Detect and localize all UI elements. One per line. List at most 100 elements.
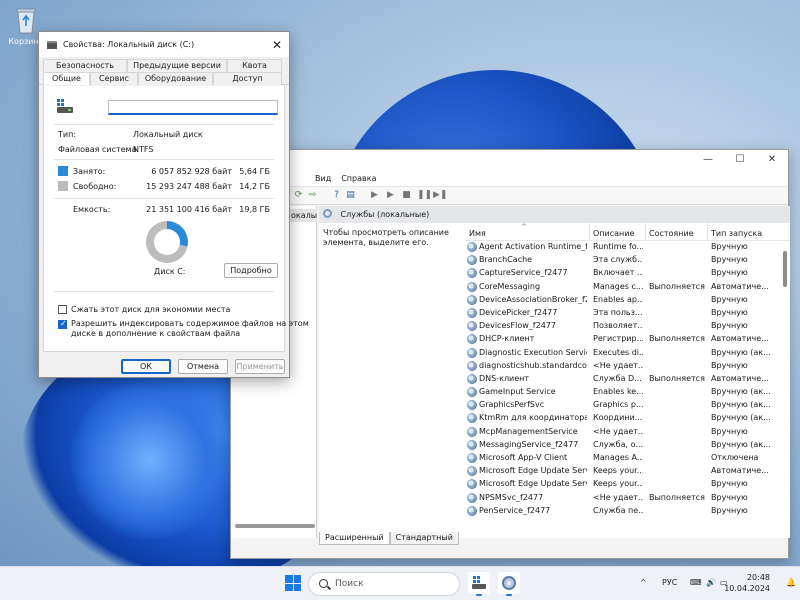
help-icon[interactable]: ?: [331, 190, 342, 201]
properties-icon[interactable]: ▤: [345, 190, 356, 201]
table-row[interactable]: GraphicsPerfSvc Graphics p... Вручную (ак.…: [465, 399, 790, 412]
services-titlebar[interactable]: — ☐ ✕: [231, 150, 788, 171]
export-icon[interactable]: ⇨: [307, 190, 318, 201]
search-icon: [319, 579, 328, 588]
stop-service-icon[interactable]: ■: [401, 190, 412, 201]
gear-icon: [502, 576, 516, 590]
apply-button[interactable]: Применить: [235, 359, 285, 374]
table-row[interactable]: CoreMessaging Manages c... Выполняется Авто…: [465, 281, 790, 294]
table-row[interactable]: Microsoft Edge Update Serv... Keeps your.…: [465, 478, 790, 491]
index-checkbox[interactable]: [58, 319, 67, 329]
restart-service-icon[interactable]: ▶❚: [433, 190, 447, 201]
table-row[interactable]: Microsoft App-V Client Manages A... Отключ…: [465, 452, 790, 465]
service-description: Чтобы просмотреть описание элемента, выд…: [323, 228, 449, 247]
services-window[interactable]: — ☐ ✕ Вид Справка ⟳ ⇨ ? ▤ ▶ ▶ ■ ❚❚ ▶❚ ок…: [230, 149, 790, 559]
service-name: McpManagementService: [479, 426, 578, 436]
table-row[interactable]: Agent Activation Runtime_f... Runtime fo.…: [465, 241, 790, 254]
language-indicator[interactable]: РУС: [662, 578, 677, 587]
table-row[interactable]: DeviceAssociationBroker_f2... Enables ap.…: [465, 294, 790, 307]
dialog-titlebar[interactable]: Свойства: Локальный диск (C:) ✕: [39, 32, 289, 57]
table-row[interactable]: GameInput Service Enables ke... Вручную (а…: [465, 386, 790, 399]
general-tab-panel: Тип: Локальный диск Файловая система: NT…: [43, 86, 309, 352]
service-description-cell: <Не удает...: [593, 492, 643, 502]
chevron-up-icon[interactable]: ^: [640, 578, 647, 587]
taskbar-search[interactable]: Поиск: [308, 572, 460, 596]
tab-previous-versions[interactable]: Предыдущие версии: [127, 59, 227, 72]
tab-security[interactable]: Безопасность: [43, 59, 127, 72]
table-row[interactable]: DevicesFlow_f2477 Позволяет... Вручную: [465, 320, 790, 333]
service-gear-icon: [467, 242, 477, 252]
pause-service-icon[interactable]: ❚❚: [417, 190, 432, 201]
service-gear-icon: [467, 453, 477, 463]
service-gear-icon: [467, 281, 477, 292]
volume-icon[interactable]: 🔊: [706, 578, 716, 587]
start-service-icon[interactable]: ▶: [385, 190, 396, 201]
service-name: GameInput Service: [479, 387, 556, 397]
volume-label-input[interactable]: [108, 100, 278, 115]
table-row[interactable]: diagnosticshub.standardcol... <Не удает..…: [465, 360, 790, 373]
service-description-cell: Graphics p...: [593, 400, 643, 410]
tab-tools[interactable]: Сервис: [90, 72, 138, 85]
scrollbar-thumb[interactable]: [783, 251, 787, 287]
table-row[interactable]: DHCP-клиент Регистрир... Выполняется Автома…: [465, 333, 790, 346]
details-button[interactable]: Подробно: [224, 263, 278, 278]
service-name: PenService_f2477: [479, 505, 551, 515]
close-button[interactable]: ✕: [756, 150, 788, 171]
start-service-icon[interactable]: ▶: [369, 190, 380, 201]
table-row[interactable]: KtmRm для координатора ... Координи... Вру…: [465, 412, 790, 425]
dialog-title: Свойства: Локальный диск (C:): [63, 40, 195, 49]
table-row[interactable]: DNS-клиент Служба D... Выполняется Автомати…: [465, 373, 790, 386]
menu-help[interactable]: Справка: [341, 174, 376, 183]
refresh-icon[interactable]: ⟳: [293, 190, 304, 201]
tree-scrollbar[interactable]: [235, 524, 315, 528]
service-state: Выполняется: [649, 281, 705, 291]
tab-extended[interactable]: Расширенный: [319, 532, 390, 545]
table-row[interactable]: MessagingService_f2477 Служба, о... Вручну…: [465, 439, 790, 452]
disk-properties-dialog[interactable]: Свойства: Локальный диск (C:) ✕ Безопасн…: [38, 31, 309, 378]
service-description-cell: Регистрир...: [593, 334, 643, 344]
taskbar-app-disk-properties[interactable]: [468, 572, 490, 596]
taskbar-app-services[interactable]: [498, 572, 520, 596]
dialog-tabs: Безопасность Предыдущие версии Квота Общ…: [39, 57, 289, 85]
table-row[interactable]: NPSMSvc_f2477 <Не удает... Выполняется Вруч…: [465, 492, 790, 505]
notification-icon[interactable]: 🔔: [786, 578, 796, 587]
service-description-cell: Enables ap...: [593, 294, 643, 304]
close-icon[interactable]: ✕: [265, 38, 289, 52]
tab-standard[interactable]: Стандартный: [389, 532, 459, 545]
table-row[interactable]: BranchCache Эта служб... Вручную: [465, 254, 790, 267]
start-button[interactable]: [285, 575, 301, 591]
tab-hardware[interactable]: Оборудование: [138, 72, 213, 85]
service-name: Microsoft App-V Client: [479, 453, 568, 462]
table-row[interactable]: Microsoft Edge Update Serv... Keeps your.…: [465, 465, 790, 478]
column-header-startup-type[interactable]: Тип запуска: [711, 229, 762, 238]
compress-checkbox[interactable]: [58, 305, 67, 314]
tab-quota[interactable]: Квота: [227, 59, 282, 72]
service-gear-icon: [467, 387, 477, 398]
service-state: Выполняется: [649, 373, 705, 383]
table-row[interactable]: PenService_f2477 Служба пе... Вручную: [465, 505, 790, 518]
column-header-name[interactable]: Имя: [469, 229, 486, 238]
service-startup-type: Вручную: [711, 492, 748, 502]
table-row[interactable]: McpManagementService <Не удает... Вручную: [465, 426, 790, 439]
service-name: diagnosticshub.standardcol...: [479, 360, 587, 370]
tab-sharing[interactable]: Доступ: [213, 72, 282, 85]
network-icon[interactable]: ⌨: [690, 578, 702, 587]
service-name: CaptureService_f2477: [479, 268, 568, 278]
tab-general[interactable]: Общие: [43, 72, 90, 85]
capacity-bytes: 21 351 100 416 байт: [146, 205, 232, 214]
table-row[interactable]: CaptureService_f2477 Включает ... Вручную: [465, 267, 790, 280]
column-header-state[interactable]: Состояние: [649, 229, 694, 238]
table-row[interactable]: Diagnostic Execution Service Executes di.…: [465, 347, 790, 360]
menu-view[interactable]: Вид: [315, 174, 331, 183]
cancel-button[interactable]: Отмена: [178, 359, 228, 374]
column-header-description[interactable]: Описание: [593, 229, 634, 238]
services-rows: Agent Activation Runtime_f... Runtime fo.…: [465, 241, 790, 518]
list-scrollbar[interactable]: [780, 241, 790, 511]
clock[interactable]: 20:48 10.04.2024: [724, 572, 770, 594]
maximize-button[interactable]: ☐: [724, 150, 756, 171]
service-name: CoreMessaging: [479, 281, 541, 291]
service-name: Microsoft Edge Update Serv...: [479, 466, 587, 476]
minimize-button[interactable]: —: [692, 150, 724, 171]
ok-button[interactable]: ОК: [121, 359, 171, 374]
table-row[interactable]: DevicePicker_f2477 Эта польз... Вручную: [465, 307, 790, 320]
